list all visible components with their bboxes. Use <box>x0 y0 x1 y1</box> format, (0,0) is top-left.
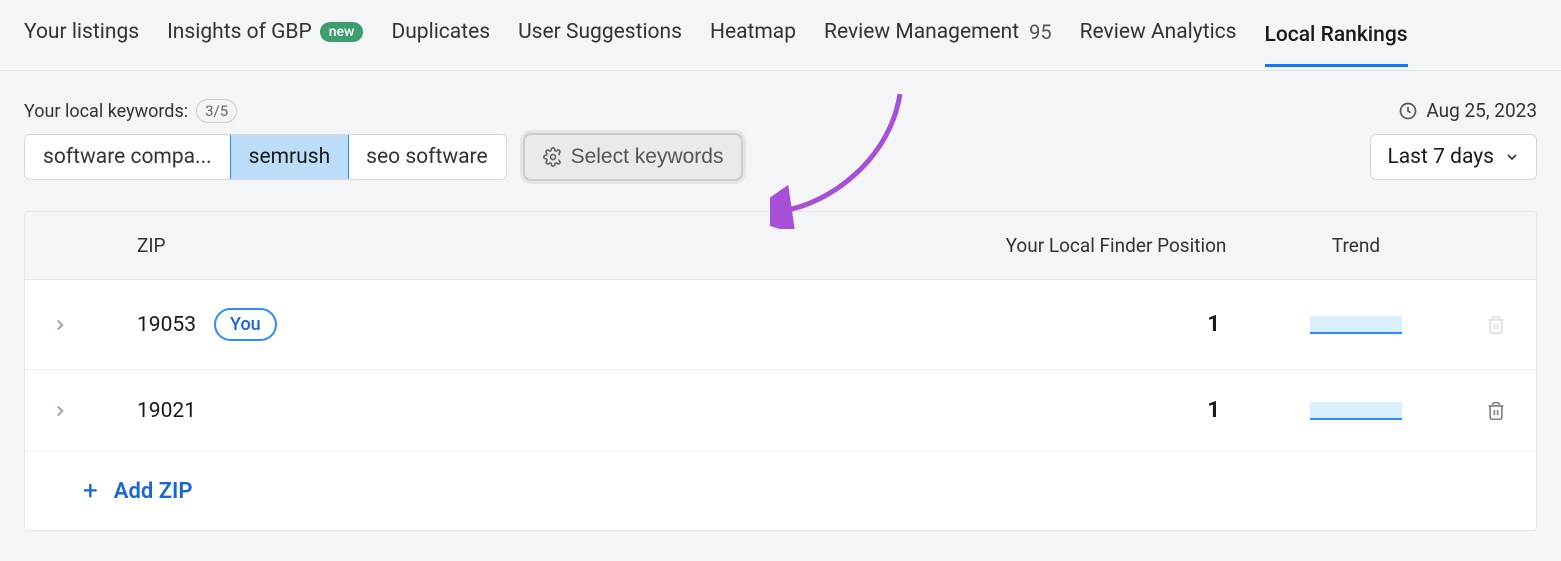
tab-label: Duplicates <box>391 20 490 44</box>
tab-review-management[interactable]: Review Management 95 <box>824 14 1052 56</box>
delete-row-button[interactable] <box>1456 315 1536 335</box>
tab-label: Your listings <box>24 20 139 44</box>
trash-icon <box>1486 315 1506 335</box>
col-header-zip: ZIP <box>95 234 976 257</box>
date-range-label: Last 7 days <box>1387 145 1494 169</box>
table-header: ZIP Your Local Finder Position Trend <box>25 212 1536 280</box>
tab-duplicates[interactable]: Duplicates <box>391 14 490 56</box>
col-header-trend: Trend <box>1256 234 1456 257</box>
controls-row: Your local keywords: 3/5 software compa.… <box>0 71 1561 189</box>
top-tabs: Your listings Insights of GBP new Duplic… <box>0 0 1561 71</box>
annotation-arrow-icon <box>770 89 930 229</box>
tab-your-listings[interactable]: Your listings <box>24 14 139 56</box>
table-row: 19053 You 1 <box>25 280 1536 370</box>
trash-icon <box>1486 401 1506 421</box>
tab-count: 95 <box>1029 20 1051 44</box>
position-value: 1 <box>976 312 1256 337</box>
tab-label: User Suggestions <box>518 20 682 44</box>
chevron-right-icon <box>51 316 69 334</box>
gear-icon <box>543 147 563 167</box>
tab-insights-gbp[interactable]: Insights of GBP new <box>167 14 363 56</box>
tab-user-suggestions[interactable]: User Suggestions <box>518 14 682 56</box>
tab-label: Local Rankings <box>1265 23 1408 47</box>
zip-value: 19053 <box>137 313 196 337</box>
chevron-right-icon <box>51 402 69 420</box>
delete-row-button[interactable] <box>1456 401 1536 421</box>
date-stamp-text: Aug 25, 2023 <box>1426 99 1537 122</box>
expand-row-toggle[interactable] <box>25 402 95 420</box>
tab-label: Review Management <box>824 20 1019 44</box>
new-badge: new <box>320 22 364 42</box>
zip-value: 19021 <box>137 399 196 423</box>
expand-row-toggle[interactable] <box>25 316 95 334</box>
chevron-down-icon <box>1504 149 1520 165</box>
trend-sparkline <box>1310 316 1402 334</box>
you-badge: You <box>214 308 277 341</box>
position-value: 1 <box>976 398 1256 423</box>
tab-label: Review Analytics <box>1080 20 1237 44</box>
tab-local-rankings[interactable]: Local Rankings <box>1265 17 1408 67</box>
keyword-chip[interactable]: seo software <box>348 135 505 179</box>
keywords-label: Your local keywords: <box>24 101 188 122</box>
keyword-chip[interactable]: software compa... <box>25 135 231 179</box>
add-zip-label: Add ZIP <box>114 479 193 504</box>
clock-icon <box>1398 101 1418 121</box>
tab-review-analytics[interactable]: Review Analytics <box>1080 14 1237 56</box>
tab-label: Heatmap <box>710 20 796 44</box>
date-range-dropdown[interactable]: Last 7 days <box>1370 134 1537 180</box>
tab-label: Insights of GBP <box>167 20 312 44</box>
col-header-position: Your Local Finder Position <box>976 234 1256 257</box>
keywords-count-pill: 3/5 <box>196 99 237 123</box>
trend-sparkline <box>1310 402 1402 420</box>
tab-heatmap[interactable]: Heatmap <box>710 14 796 56</box>
add-zip-button[interactable]: + Add ZIP <box>25 452 1536 530</box>
plus-icon: + <box>83 478 98 504</box>
keyword-chip[interactable]: semrush <box>230 134 350 180</box>
table-row: 19021 1 <box>25 370 1536 452</box>
zip-table: ZIP Your Local Finder Position Trend 190… <box>24 211 1537 531</box>
keyword-chip-group: software compa... semrush seo software <box>24 134 507 180</box>
date-stamp: Aug 25, 2023 <box>1398 99 1537 122</box>
select-keywords-label: Select keywords <box>571 145 724 169</box>
select-keywords-button[interactable]: Select keywords <box>523 133 744 181</box>
